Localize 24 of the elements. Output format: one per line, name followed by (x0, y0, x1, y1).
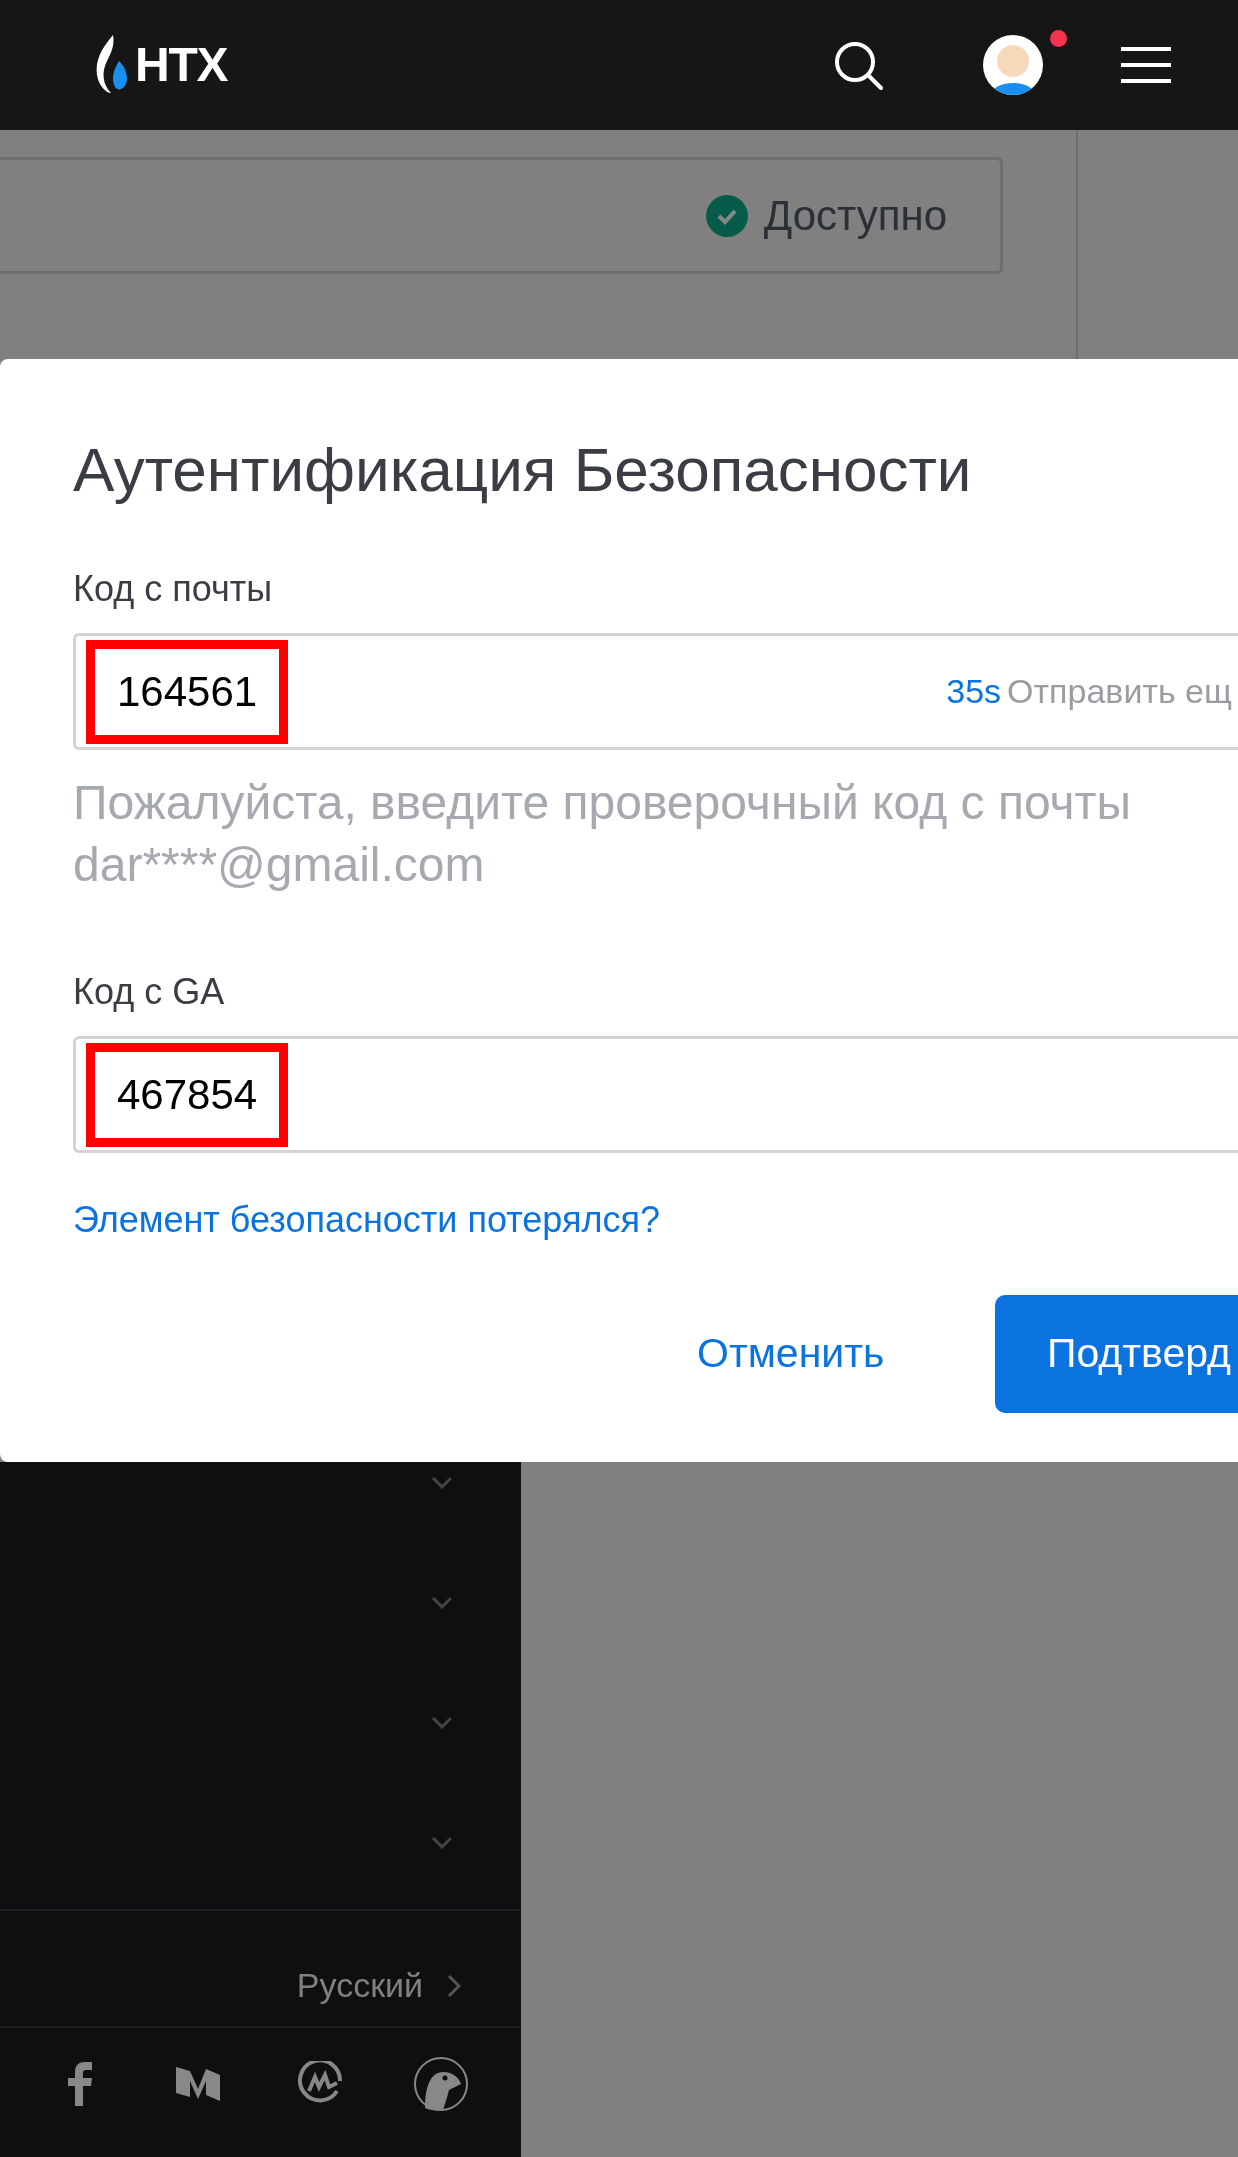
gecko-icon[interactable] (413, 2056, 469, 2112)
code-value: 467854 (86, 1042, 289, 1147)
check-icon (705, 194, 748, 237)
input-field[interactable]: 467854 (73, 1036, 1238, 1153)
avatar[interactable] (983, 35, 1043, 95)
input-field[interactable]: 164561 35s Отправить ещ (73, 633, 1238, 750)
confirm-button[interactable]: Подтверд (995, 1295, 1238, 1413)
facebook-icon[interactable] (67, 2062, 93, 2106)
logo-text[interactable]: HTX (135, 41, 228, 89)
countdown: 35s (946, 671, 1002, 712)
chevron-right-icon (447, 1973, 461, 1998)
search-icon[interactable] (833, 40, 885, 92)
resend-link[interactable]: Отправить ещ (1007, 666, 1232, 717)
lost-security-link[interactable]: Элемент безопасности потерялся? (73, 1193, 660, 1247)
language-selector[interactable]: Русский (296, 1960, 423, 2011)
cancel-button[interactable]: Отменить (697, 1323, 897, 1385)
flame-icon (95, 35, 129, 95)
hint-text: Пожалуйста, введите проверочный код с почты dar****@gmail.com (73, 775, 1132, 893)
code-value: 164561 (86, 639, 289, 744)
menu-icon[interactable] (1121, 45, 1171, 85)
m-letter-icon[interactable] (176, 2067, 220, 2101)
status-label: Доступно (763, 191, 947, 241)
field-label: Код с GA (73, 974, 226, 1010)
field-label: Код с почты (73, 571, 274, 607)
